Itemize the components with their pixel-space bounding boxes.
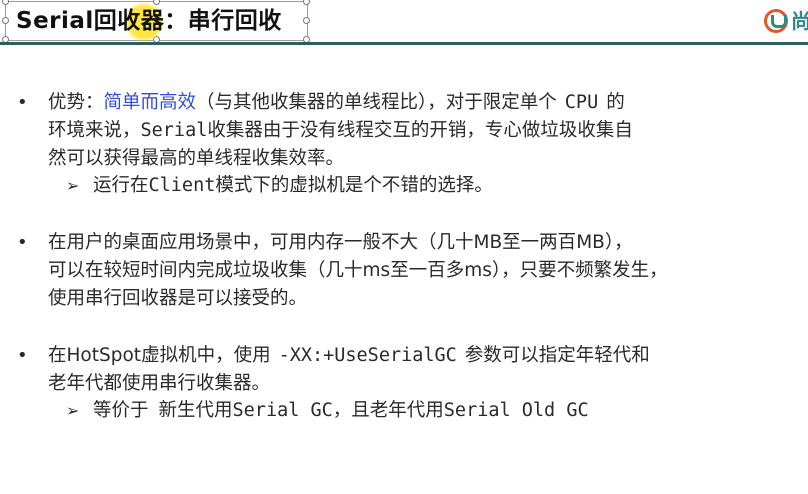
title-bar: Serial回收器：串行回收 尚 [0,0,808,48]
bullet-2-line-1: 在用户的桌面应用场景中，可用内存一般不大（几十MB至一两百MB）， [48,232,633,253]
resize-handle-top-right[interactable] [303,0,310,5]
bullet-1-subitem: 运行在Client模式下的虚拟机是个不错的选择。 [93,175,493,196]
slide-title-part2: ：串行回收 [164,8,282,34]
brand-logo-icon [764,9,788,33]
title-divider [0,42,808,45]
resize-handle-top-left[interactable] [2,0,9,5]
bullet-1-line-3: 然可以获得最高的单线程收集效率。 [48,148,345,169]
bullet-1-line-1: 优势：简单而高效（与其他收集器的单线程比），对于限定单个 CPU 的 [48,92,625,113]
bullet-dot: • [17,92,28,113]
arrow-bullet-icon: ➢ [66,176,80,195]
resize-handle-mid-left[interactable] [2,17,9,24]
bullet-1-line-2: 环境来说，Serial收集器由于没有线程交互的开销，专心做垃圾收集自 [48,120,633,141]
slide-title-part1: Serial回收器 [16,8,165,34]
bullet-dot: • [17,345,28,366]
bullet-2-line-2: 可以在较短时间内完成垃圾收集（几十ms至一百多ms），只要不频繁发生， [48,260,668,281]
bullet-2-line-3: 使用串行回收器是可以接受的。 [48,288,308,309]
bullet-3-line-1: 在HotSpot虚拟机中，使用 -XX:+UseSerialGC 参数可以指定年轻代… [48,345,650,366]
brand-logo-text: 尚 [791,9,808,33]
bullet-dot: • [17,232,28,253]
slide-title: Serial回收器：串行回收 [16,4,282,38]
bullet-3-subitem: 等价于 新生代用Serial GC，且老年代用Serial Old GC [93,400,589,421]
arrow-bullet-icon: ➢ [66,401,80,420]
highlight-text: 简单而高效 [103,92,197,113]
resize-handle-mid-right[interactable] [303,17,310,24]
bullet-3-line-2: 老年代都使用串行收集器。 [48,373,271,394]
